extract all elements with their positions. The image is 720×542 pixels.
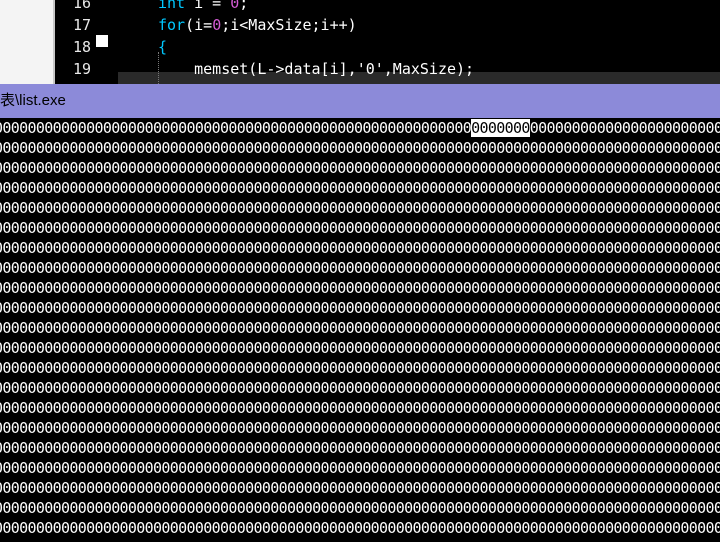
output-line: 0000000000000000000000000000000000000000… <box>0 179 720 197</box>
output-line: 0000000000000000000000000000000000000000… <box>0 159 720 177</box>
output-line: 0000000000000000000000000000000000000000… <box>0 219 720 237</box>
code-line[interactable]: for(i=0;i<MaxSize;i++) <box>158 14 357 36</box>
output-line: 0000000000000000000000000000000000000000… <box>0 379 720 397</box>
output-line: 0000000000000000000000000000000000000000… <box>0 239 720 257</box>
code-token: (i= <box>185 16 213 34</box>
code-token: { <box>158 38 168 56</box>
code-token: 0 <box>212 16 222 34</box>
console-title: 表\list.exe <box>0 92 66 109</box>
output-line: 0000000000000000000000000000000000000000… <box>0 199 720 217</box>
code-token: 0 <box>230 0 240 12</box>
output-line: 0000000000000000000000000000000000000000… <box>0 118 720 138</box>
code-token: '0' <box>356 60 384 78</box>
output-line: 0000000000000000000000000000000000000000… <box>0 499 720 517</box>
output-line: 0000000000000000000000000000000000000000… <box>0 279 720 297</box>
output-line: 0000000000000000000000000000000000000000… <box>0 399 720 417</box>
side-panel <box>0 0 53 84</box>
line-number: 18 <box>72 38 91 56</box>
code-token: ; <box>239 0 249 12</box>
output-line: 0000000000000000000000000000000000000000… <box>0 479 720 497</box>
output-line: 0000000000000000000000000000000000000000… <box>0 519 720 537</box>
output-line: 0000000000000000000000000000000000000000… <box>0 139 720 157</box>
console-title-bar[interactable]: 表\list.exe <box>0 84 720 118</box>
output-line: 0000000000000000000000000000000000000000… <box>0 419 720 437</box>
code-line[interactable]: memset(L->data[i],'0',MaxSize); <box>158 58 474 80</box>
output-line: 0000000000000000000000000000000000000000… <box>0 299 720 317</box>
output-line: 0000000000000000000000000000000000000000… <box>0 359 720 377</box>
output-line: 0000000000000000000000000000000000000000… <box>0 259 720 277</box>
output-line: 0000000000000000000000000000000000000000… <box>0 319 720 337</box>
code-line[interactable]: { <box>158 36 167 58</box>
line-number: 16 <box>72 0 91 12</box>
code-token: int <box>158 0 186 12</box>
output-line: 0000000000000000000000000000000000000000… <box>0 459 720 477</box>
output-line: 0000000000000000000000000000000000000000… <box>0 439 720 457</box>
code-token: ;i<MaxSize;i++) <box>221 16 357 34</box>
code-token: for <box>158 16 186 34</box>
code-token: i = <box>185 0 231 12</box>
text-selection[interactable]: 0000000 <box>471 119 530 137</box>
code-line[interactable]: int i = 0; <box>158 0 248 14</box>
console-output[interactable]: 0000000000000000000000000000000000000000… <box>0 118 720 542</box>
code-editor[interactable]: 1617181920 int i = 0;for(i=0;i<MaxSize;i… <box>0 0 720 84</box>
code-token: memset(L->data[i], <box>158 60 357 78</box>
bookmark-marker[interactable] <box>96 35 108 47</box>
output-line: 0000000000000000000000000000000000000000… <box>0 339 720 357</box>
output-text: 0000000000000000000000000000000 <box>529 119 720 137</box>
line-number: 19 <box>72 60 91 78</box>
code-token: ,MaxSize); <box>383 60 475 78</box>
line-number: 17 <box>72 16 91 34</box>
output-text: 0000000000000000000000000000000000000000… <box>0 119 472 137</box>
